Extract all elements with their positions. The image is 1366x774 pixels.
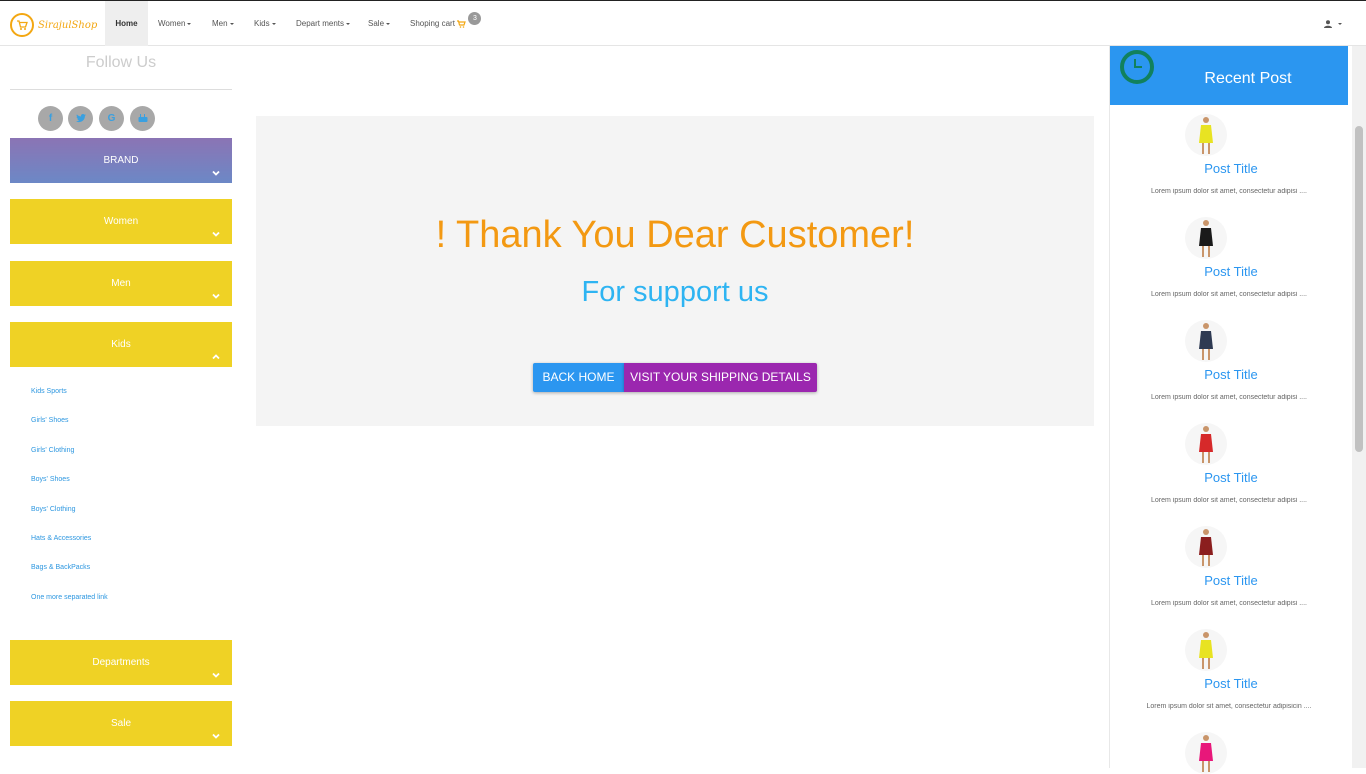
caret-down-icon [229, 22, 234, 25]
category-label: BRAND [103, 155, 139, 166]
category-label: Sale [110, 718, 131, 729]
post-excerpt: Lorem ipsum dolor sit amet, consectetur … [1146, 703, 1312, 710]
post-excerpt: Lorem ipsum dolor sit amet, consectetur … [1150, 600, 1307, 607]
post-title[interactable]: Post Title [1110, 367, 1352, 382]
post-title[interactable]: Post Title [1110, 264, 1352, 279]
nav-sale[interactable]: Sale [368, 1, 391, 46]
post-title[interactable]: Post Title [1110, 470, 1352, 485]
nav-cart-label: Shoping cart [410, 19, 455, 28]
chevron-up-icon [212, 354, 220, 360]
post-title[interactable]: Post Title [1110, 161, 1352, 176]
recent-post-title: Recent Post [1204, 70, 1292, 87]
nav-home-label: Home [115, 19, 138, 28]
back-home-button[interactable]: BACK HOME [533, 363, 624, 392]
recent-post-header: Recent Post [1110, 46, 1348, 105]
nav-kids-label: Kids [254, 19, 270, 28]
chevron-down-icon [212, 231, 220, 237]
post-thumbnail[interactable] [1185, 629, 1227, 671]
post-excerpt: Lorem ipsum dolor sit amet, consectetur … [1150, 497, 1307, 504]
scrollbar-thumb[interactable] [1355, 126, 1363, 452]
nav-home[interactable]: Home [105, 1, 148, 46]
recent-posts-sidebar [1109, 46, 1349, 768]
category-label: Men [111, 278, 131, 289]
caret-down-icon [271, 22, 276, 25]
post-excerpt: Lorem ipsum dolor sit amet, consectetur … [1150, 188, 1307, 195]
category-women[interactable]: Women [10, 199, 232, 244]
cart-logo-icon [10, 13, 34, 37]
category-label: Kids [111, 339, 131, 350]
support-subheading: For support us [581, 276, 769, 308]
category-departments[interactable]: Departments [10, 640, 232, 685]
post-thumbnail[interactable] [1185, 320, 1227, 362]
category-sale[interactable]: Sale [10, 701, 232, 746]
sublink-bags-backpacks[interactable]: Bags & BackPacks [31, 564, 90, 571]
nav-kids[interactable]: Kids [254, 1, 276, 46]
post-thumbnail[interactable] [1185, 423, 1227, 465]
nav-departments-label: Depart ments [296, 19, 345, 28]
shipping-details-button[interactable]: VISIT YOUR SHIPPING DETAILS [624, 363, 817, 392]
sublink-separated[interactable]: One more separated link [31, 594, 108, 601]
thank-you-heading: ! Thank You Dear Customer! [435, 214, 915, 256]
nav-departments[interactable]: Depart ments [296, 1, 351, 46]
sublink-boys-shoes[interactable]: Boys' Shoes [31, 476, 70, 483]
chevron-down-icon [212, 293, 220, 299]
follow-us-title: Follow Us [85, 54, 157, 71]
post-thumbnail[interactable] [1185, 217, 1227, 259]
post-title[interactable]: Post Title [1110, 676, 1352, 691]
sublink-boys-clothing[interactable]: Boys' Clothing [31, 506, 76, 513]
logo[interactable]: SirajulShop [10, 12, 100, 38]
nav-women-label: Women [158, 19, 186, 28]
caret-down-icon [386, 22, 391, 25]
chevron-down-icon [212, 733, 220, 739]
youtube-icon[interactable] [130, 106, 155, 131]
post-title[interactable]: Post Title [1110, 573, 1352, 588]
thank-you-panel: ! Thank You Dear Customer! For support u… [256, 116, 1094, 426]
nav-men[interactable]: Men [212, 1, 234, 46]
nav-cart[interactable]: Shoping cart 3 [410, 1, 482, 46]
nav-men-label: Men [212, 19, 228, 28]
logo-text: SirajulShop [38, 19, 98, 31]
post-thumbnail[interactable] [1185, 114, 1227, 156]
post-thumbnail[interactable] [1185, 526, 1227, 568]
category-label: Departments [92, 657, 150, 668]
chevron-down-icon [212, 672, 220, 678]
category-kids[interactable]: Kids [10, 322, 232, 367]
navbar: SirajulShop Home Women Men Kids Depart m… [0, 1, 1366, 46]
sublink-hats-accessories[interactable]: Hats & Accessories [31, 535, 91, 542]
sublink-girls-shoes[interactable]: Girls' Shoes [31, 417, 69, 424]
cart-icon [457, 20, 466, 28]
nav-women[interactable]: Women [158, 1, 192, 46]
divider [10, 89, 232, 90]
sublink-kids-sports[interactable]: Kids Sports [31, 388, 67, 395]
post-excerpt: Lorem ipsum dolor sit amet, consectetur … [1150, 291, 1307, 298]
caret-down-icon [1338, 22, 1343, 25]
cart-count-badge: 3 [468, 12, 482, 25]
user-menu[interactable] [1324, 1, 1343, 46]
sublink-girls-clothing[interactable]: Girls' Clothing [31, 447, 74, 454]
facebook-icon[interactable]: f [38, 106, 63, 131]
nav-sale-label: Sale [368, 19, 385, 28]
category-label: Women [103, 216, 139, 227]
google-icon[interactable]: G [99, 106, 124, 131]
caret-down-icon [187, 22, 192, 25]
chevron-down-icon [212, 170, 220, 176]
category-brand[interactable]: BRAND [10, 138, 232, 183]
category-men[interactable]: Men [10, 261, 232, 306]
post-excerpt: Lorem ipsum dolor sit amet, consectetur … [1150, 394, 1307, 401]
user-icon [1324, 20, 1332, 28]
twitter-icon[interactable] [68, 106, 93, 131]
caret-down-icon [346, 22, 351, 25]
